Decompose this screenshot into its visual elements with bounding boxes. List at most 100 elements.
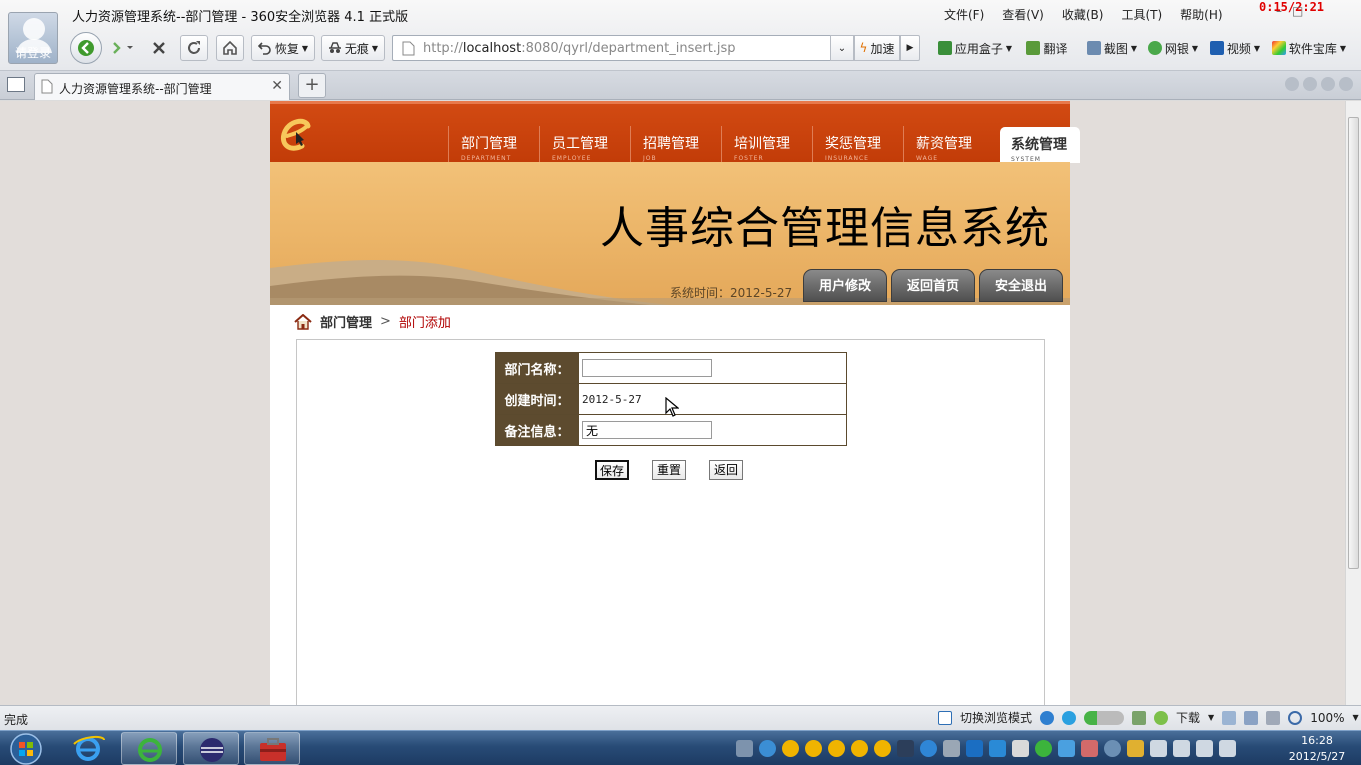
nav-training[interactable]: 培训管理 FOSTER (721, 126, 812, 162)
settings-icon[interactable] (1104, 740, 1121, 757)
nav-employee[interactable]: 员工管理 EMPLOYEE (539, 126, 630, 162)
menu-view[interactable]: 查看(V) (1002, 6, 1044, 24)
qq-icon[interactable] (805, 740, 822, 757)
nav-system[interactable]: 系统管理 SYSTEM (1000, 127, 1080, 163)
network-icon[interactable] (920, 740, 937, 757)
app-icon[interactable] (1127, 740, 1144, 757)
sidebar-toggle-icon[interactable] (7, 77, 25, 92)
nav-rewards[interactable]: 奖惩管理 INSURANCE (812, 126, 903, 162)
online-bank-button[interactable]: 网银 ▼ (1144, 35, 1202, 61)
login-avatar[interactable]: 请登录 (8, 12, 58, 64)
tab-active[interactable]: 人力资源管理系统--部门管理 ✕ (34, 73, 290, 100)
menu-favorites[interactable]: 收藏(B) (1062, 6, 1104, 24)
menu-bar: 文件(F) 查看(V) 收藏(B) 工具(T) 帮助(H) (944, 6, 1223, 24)
qq-icon[interactable] (851, 740, 868, 757)
vertical-scrollbar[interactable] (1345, 101, 1361, 705)
qq-icon[interactable] (828, 740, 845, 757)
shield-icon[interactable] (966, 740, 983, 757)
back-button[interactable] (70, 32, 102, 64)
form-actions: 保存 重置 返回 (595, 460, 743, 480)
software-store-button[interactable]: 软件宝库 ▼ (1268, 35, 1350, 61)
tab-left-icon[interactable] (1285, 77, 1299, 91)
volume-icon[interactable] (1219, 740, 1236, 757)
screenshot-button[interactable]: 截图 ▼ (1082, 35, 1142, 61)
lightning-icon: ϟ (859, 41, 868, 55)
taskbar-toolbox[interactable] (244, 732, 300, 765)
minimize-icon[interactable]: – (1276, 4, 1282, 18)
save-button[interactable]: 保存 (595, 460, 629, 480)
forward-button[interactable] (106, 35, 140, 61)
taskbar-clock[interactable]: 16:28 2012/5/27 (1282, 733, 1352, 765)
monitor-icon[interactable] (1196, 740, 1213, 757)
no-trace-button[interactable]: 无痕 ▼ (321, 35, 385, 61)
home-button[interactable] (216, 35, 244, 61)
taskbar-eclipse[interactable] (183, 732, 239, 765)
maximize-icon[interactable]: □ (1292, 4, 1303, 18)
start-orb-icon[interactable] (6, 732, 46, 765)
breadcrumb-parent[interactable]: 部门管理 (320, 312, 372, 331)
windows-taskbar: 16:28 2012/5/27 (0, 730, 1361, 765)
nav-recruit[interactable]: 招聘管理 JOB (630, 126, 721, 162)
toolbox-icon (260, 738, 286, 761)
download-label[interactable]: 下载 (1176, 709, 1200, 726)
app-box-button[interactable]: 应用盒子 ▼ (934, 35, 1016, 61)
switch-mode-link[interactable]: 切换浏览模式 (960, 709, 1032, 726)
monitor-icon[interactable] (1244, 710, 1259, 725)
reset-button[interactable]: 重置 (652, 460, 686, 480)
taskbar-ie[interactable] (60, 732, 116, 765)
logout-button[interactable]: 安全退出 (979, 269, 1063, 302)
qq-icon[interactable] (759, 740, 776, 757)
taskbar-360-browser[interactable] (121, 732, 177, 765)
device-icon[interactable] (943, 740, 960, 757)
zoom-icon[interactable] (1288, 710, 1303, 725)
remark-input[interactable] (582, 421, 712, 439)
speaker-icon[interactable] (1266, 710, 1281, 725)
stop-button[interactable] (146, 35, 172, 61)
address-dropdown[interactable]: ⌄ (830, 35, 854, 61)
ie-icon[interactable] (1040, 710, 1055, 725)
tab-right-icon[interactable] (1303, 77, 1317, 91)
translate-icon[interactable] (1058, 740, 1075, 757)
qq-icon[interactable] (782, 740, 799, 757)
refresh-button[interactable] (180, 35, 208, 61)
nav-salary[interactable]: 薪资管理 WAGE (903, 126, 994, 162)
scrollbar-thumb[interactable] (1348, 117, 1359, 569)
field-label: 部门名称： (495, 352, 579, 384)
tab-title: 人力资源管理系统--部门管理 (59, 82, 212, 96)
address-bar[interactable]: http://localhost:8080/qyrl/department_in… (392, 35, 854, 61)
go-button[interactable]: ▶ (900, 35, 920, 61)
speed-up-button[interactable]: ϟ 加速 (854, 35, 900, 61)
return-home-button[interactable]: 返回首页 (891, 269, 975, 302)
note-icon[interactable] (1012, 740, 1029, 757)
back-button[interactable]: 返回 (709, 460, 743, 480)
department-name-input[interactable] (582, 359, 712, 377)
toggle-indicator[interactable] (1084, 710, 1125, 725)
flag-icon[interactable] (1150, 740, 1167, 757)
video-button[interactable]: 视频 ▼ (1206, 35, 1264, 61)
menu-help[interactable]: 帮助(H) (1180, 6, 1222, 24)
tab-list-icon[interactable] (1321, 77, 1335, 91)
keyboard-icon[interactable] (736, 740, 753, 757)
address-text[interactable]: http://localhost:8080/qyrl/department_in… (423, 41, 736, 56)
qq-icon[interactable] (874, 740, 891, 757)
notes-icon[interactable] (1222, 710, 1237, 725)
translate-button[interactable]: 翻译 (1020, 35, 1074, 61)
menu-file[interactable]: 文件(F) (944, 6, 984, 24)
menu-tools[interactable]: 工具(T) (1121, 6, 1162, 24)
close-icon[interactable]: ✕ (271, 78, 283, 94)
tools-icon[interactable] (1132, 710, 1147, 725)
user-modify-button[interactable]: 用户修改 (803, 269, 887, 302)
sync-icon[interactable] (1035, 740, 1052, 757)
tool-icon[interactable] (1081, 740, 1098, 757)
chevron-down-icon[interactable]: ▼ (1208, 713, 1214, 722)
power-icon[interactable] (1173, 740, 1190, 757)
chevron-down-icon[interactable]: ▼ (1353, 713, 1359, 722)
globe-icon[interactable] (1062, 710, 1077, 725)
new-tab-button[interactable]: + (298, 73, 326, 98)
penguin-icon[interactable] (897, 740, 914, 757)
nav-department[interactable]: 部门管理 DEPARTMENT (448, 126, 539, 162)
zoom-level[interactable]: 100% (1310, 711, 1344, 725)
close-all-icon[interactable] (1339, 77, 1353, 91)
restore-button[interactable]: 恢复 ▼ (251, 35, 315, 61)
security-icon[interactable] (989, 740, 1006, 757)
